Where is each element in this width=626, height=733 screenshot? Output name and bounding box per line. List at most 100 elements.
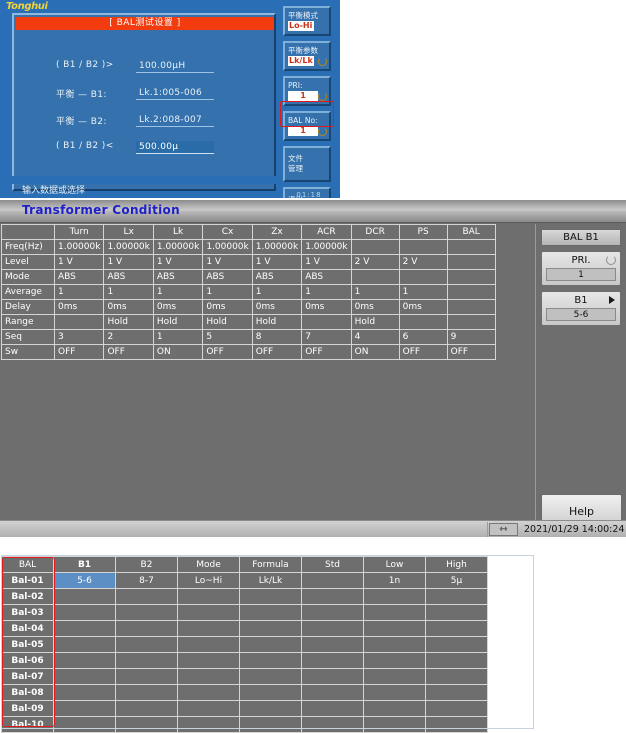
bal-cell[interactable] — [54, 685, 116, 701]
bal-cell[interactable] — [116, 605, 178, 621]
bal-cell[interactable] — [240, 621, 302, 637]
condition-cell[interactable]: ON — [351, 345, 399, 360]
bal-cell[interactable] — [364, 653, 426, 669]
bal-row-label[interactable]: Bal-06 — [2, 653, 54, 669]
rotary-knob-icon[interactable] — [318, 92, 327, 101]
bal-row-label[interactable]: Bal-02 — [2, 589, 54, 605]
side-group-pri[interactable]: PRI. 1 — [541, 251, 621, 286]
bal-cell[interactable] — [426, 685, 488, 701]
condition-cell[interactable]: 0ms — [252, 300, 301, 315]
condition-cell[interactable] — [399, 315, 447, 330]
condition-cell[interactable]: OFF — [399, 345, 447, 360]
bal-cell[interactable]: 8-7 — [116, 573, 178, 589]
lcd-field-b1b2-lower[interactable]: ( B1 / B2 )< 500.00µ — [14, 141, 274, 157]
side-group-value[interactable]: 1 — [546, 268, 616, 281]
bal-cell[interactable] — [426, 605, 488, 621]
condition-cell[interactable] — [351, 270, 399, 285]
condition-cell[interactable]: 0ms — [302, 300, 351, 315]
lcd-field-value-selected[interactable]: 500.00µ — [136, 141, 214, 154]
lcd-field-b1b2-upper[interactable]: ( B1 / B2 )> 100.00µH — [14, 60, 274, 76]
condition-cell[interactable] — [447, 270, 495, 285]
bal-cell[interactable] — [302, 621, 364, 637]
condition-cell[interactable] — [447, 240, 495, 255]
bal-cell[interactable] — [116, 717, 178, 733]
condition-cell[interactable]: ABS — [55, 270, 104, 285]
bal-cell[interactable] — [54, 605, 116, 621]
bal-cell[interactable] — [364, 685, 426, 701]
condition-cell[interactable]: 7 — [302, 330, 351, 345]
bal-cell[interactable] — [302, 685, 364, 701]
table-row[interactable]: Bal-02 — [2, 589, 488, 605]
bal-cell[interactable] — [178, 685, 240, 701]
bal-cell[interactable] — [426, 653, 488, 669]
bal-cell[interactable] — [302, 717, 364, 733]
condition-cell[interactable]: 1 V — [153, 255, 202, 270]
condition-cell[interactable]: 0ms — [399, 300, 447, 315]
condition-cell[interactable] — [351, 240, 399, 255]
bal-cell[interactable] — [54, 589, 116, 605]
softkey-value[interactable]: 1 — [288, 126, 318, 136]
bal-cell[interactable] — [426, 589, 488, 605]
softkey-file-management[interactable]: 文件 管理 — [283, 146, 331, 182]
condition-cell[interactable]: Hold — [203, 315, 252, 330]
bal-cell[interactable] — [178, 717, 240, 733]
condition-cell[interactable]: 1 — [302, 285, 351, 300]
bal-cell[interactable] — [364, 621, 426, 637]
condition-cell[interactable] — [447, 315, 495, 330]
bal-cell[interactable] — [426, 669, 488, 685]
condition-cell[interactable]: OFF — [55, 345, 104, 360]
bal-cell[interactable] — [240, 637, 302, 653]
condition-cell[interactable]: 2 V — [351, 255, 399, 270]
condition-cell[interactable]: 0ms — [55, 300, 104, 315]
table-row[interactable]: Bal-015-68-7Lo~HiLk/Lk1n5µ — [2, 573, 488, 589]
bal-cell[interactable] — [364, 717, 426, 733]
condition-cell[interactable] — [447, 255, 495, 270]
bal-cell[interactable] — [426, 637, 488, 653]
softkey-value[interactable]: 1 — [288, 91, 318, 101]
bal-cell[interactable] — [240, 701, 302, 717]
lcd-field-balance-b1[interactable]: 平衡 — B1: Lk.1:005-006 — [14, 87, 274, 103]
bal-cell[interactable] — [116, 701, 178, 717]
condition-cell[interactable]: 1 — [351, 285, 399, 300]
condition-cell[interactable]: 1 — [153, 285, 202, 300]
table-row[interactable]: Bal-07 — [2, 669, 488, 685]
bal-cell[interactable] — [178, 653, 240, 669]
softkey-balance-mode[interactable]: 平衡模式 Lo-Hi — [283, 6, 331, 36]
side-group-b1[interactable]: B1 5-6 — [541, 291, 621, 326]
bal-row-label[interactable]: Bal-07 — [2, 669, 54, 685]
bal-cell[interactable] — [54, 637, 116, 653]
condition-cell[interactable]: 1 — [252, 285, 301, 300]
condition-cell[interactable]: 1.00000k — [153, 240, 202, 255]
condition-cell[interactable]: OFF — [447, 345, 495, 360]
condition-cell[interactable]: Hold — [104, 315, 153, 330]
bal-row-label[interactable]: Bal-08 — [2, 685, 54, 701]
softkey-value[interactable]: Lk/Lk — [288, 56, 314, 66]
rotary-knob-icon[interactable] — [318, 57, 327, 66]
refresh-icon[interactable] — [606, 255, 616, 265]
bal-cell[interactable] — [364, 669, 426, 685]
condition-cell[interactable]: 1 — [153, 330, 202, 345]
bal-cell[interactable] — [178, 621, 240, 637]
condition-cell[interactable]: 1.00000k — [302, 240, 351, 255]
bal-cell[interactable] — [178, 605, 240, 621]
softkey-balance-parameter[interactable]: 平衡参数 Lk/Lk — [283, 41, 331, 71]
softkey-pri[interactable]: PRI: 1 — [283, 76, 331, 106]
condition-cell[interactable]: 1 — [203, 285, 252, 300]
bal-cell[interactable] — [302, 653, 364, 669]
bal-cell[interactable]: 1n — [364, 573, 426, 589]
bal-cell[interactable] — [54, 717, 116, 733]
bal-row-label[interactable]: Bal-04 — [2, 621, 54, 637]
bal-cell[interactable] — [426, 621, 488, 637]
condition-cell[interactable]: 4 — [351, 330, 399, 345]
table-row[interactable]: Bal-03 — [2, 605, 488, 621]
bal-cell[interactable] — [364, 589, 426, 605]
bal-cell[interactable] — [302, 637, 364, 653]
side-group-value[interactable]: 5-6 — [546, 308, 616, 321]
condition-cell[interactable] — [399, 240, 447, 255]
condition-cell[interactable] — [447, 300, 495, 315]
table-row[interactable]: Bal-08 — [2, 685, 488, 701]
condition-cell[interactable]: 1.00000k — [203, 240, 252, 255]
table-row[interactable]: Bal-09 — [2, 701, 488, 717]
rotary-knob-icon[interactable] — [318, 127, 327, 136]
lcd-field-value[interactable]: Lk.2:008-007 — [136, 114, 214, 127]
